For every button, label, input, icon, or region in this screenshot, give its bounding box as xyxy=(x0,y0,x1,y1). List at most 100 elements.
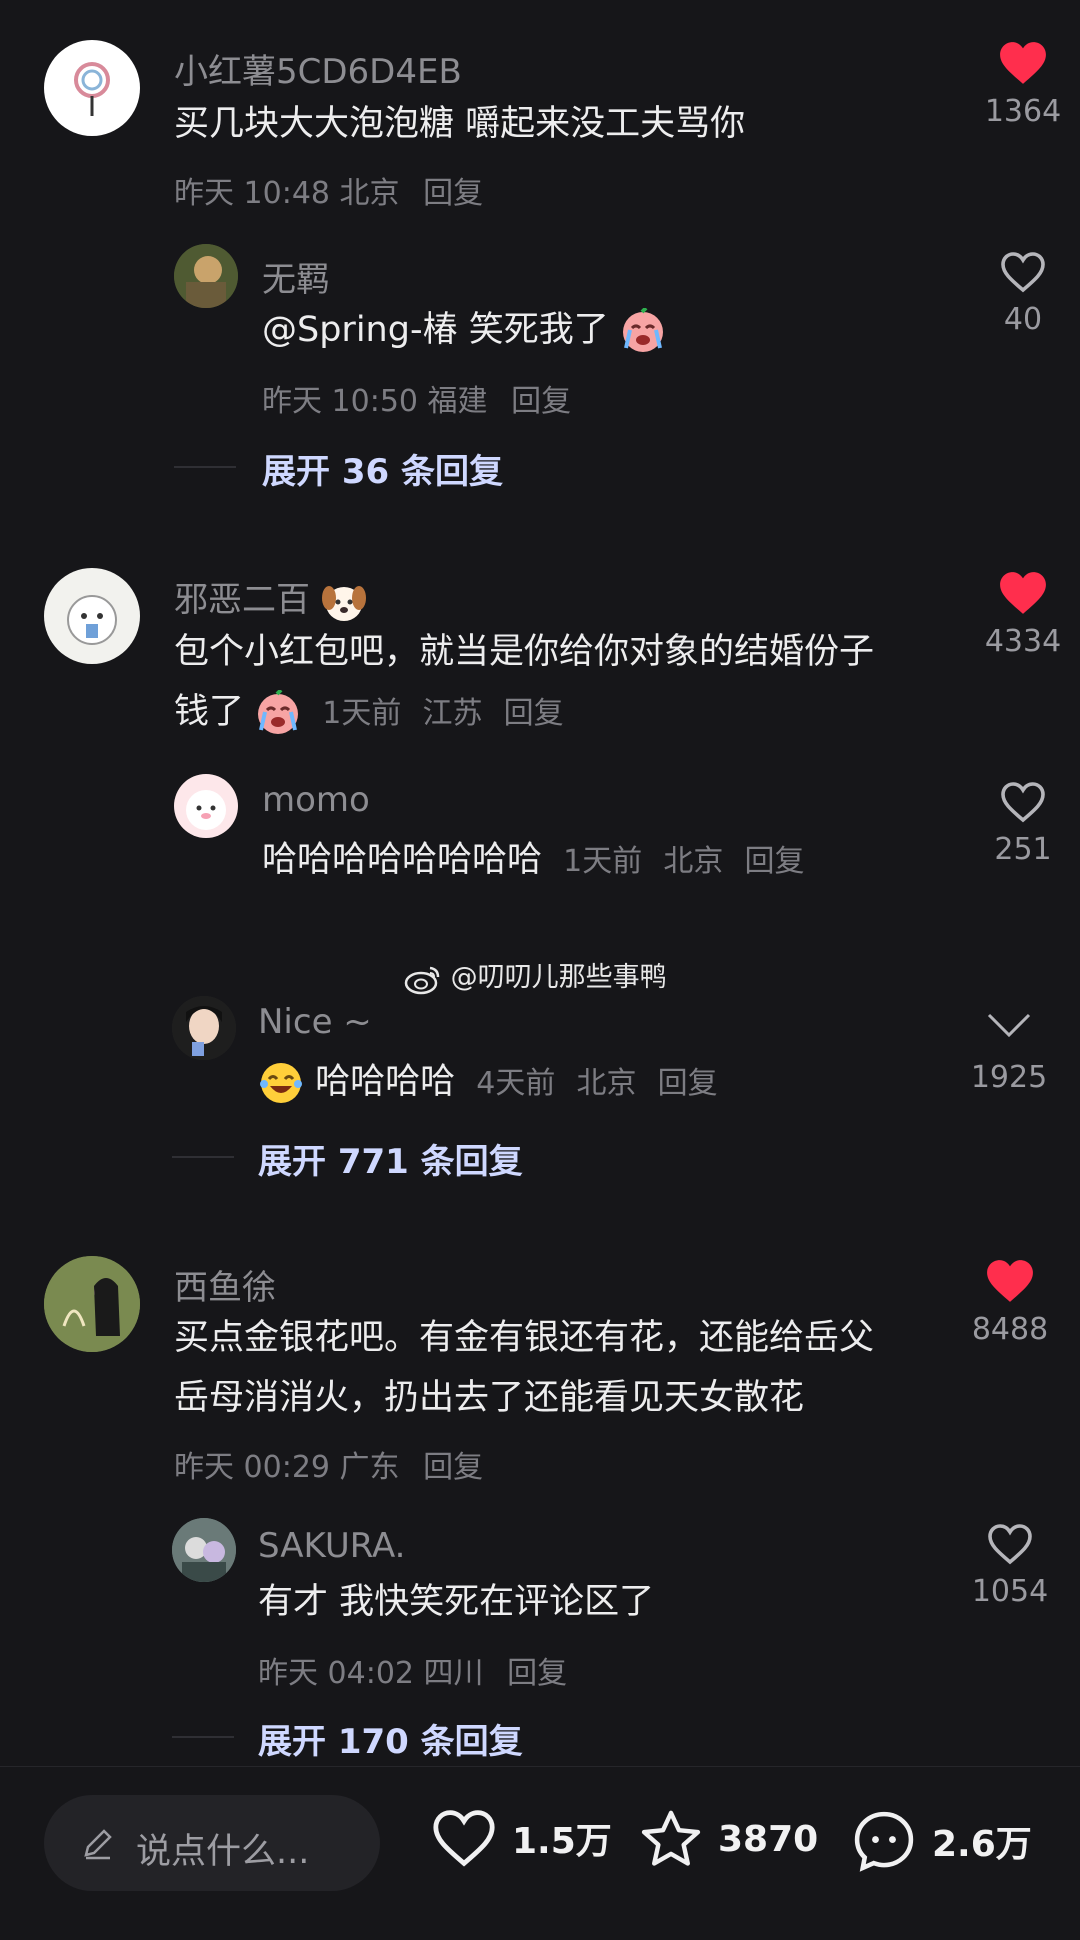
reply-button[interactable]: 回复 xyxy=(511,384,571,419)
heart-outline-icon xyxy=(433,1810,495,1867)
like-button[interactable]: 4334 xyxy=(968,570,1078,659)
star-outline-icon xyxy=(641,1810,701,1866)
reply-time: 昨天 10:50 xyxy=(262,384,418,419)
reply-button[interactable]: 回复 xyxy=(507,1656,567,1691)
comment-text-line: 买几块大大泡泡糖 嚼起来没工夫骂你 xyxy=(174,104,746,144)
reply-text: @Spring-椿 笑死我了 xyxy=(262,300,666,360)
reply-text-content: @Spring-椿 笑死我了 xyxy=(262,310,609,350)
crying-emoji-icon xyxy=(258,690,299,734)
comment-text-line: 钱了 xyxy=(174,692,245,732)
comment-post-button[interactable]: 2.6万 xyxy=(850,1807,1032,1875)
reply-text-content: 哈哈哈哈 xyxy=(315,1062,456,1102)
avatar[interactable] xyxy=(172,996,236,1060)
heart-outline-icon xyxy=(1001,782,1045,823)
heart-outline-icon xyxy=(988,1524,1032,1565)
post-like-count: 1.5万 xyxy=(512,1821,612,1862)
comment-time: 昨天 00:29 xyxy=(174,1450,330,1485)
reply-button[interactable]: 回复 xyxy=(658,1066,718,1101)
reply-button[interactable]: 回复 xyxy=(423,176,483,211)
heart-filled-icon xyxy=(1000,572,1046,614)
pencil-icon xyxy=(84,1829,112,1860)
bottom-action-bar: 说点什么... 1.5万 3870 2.6万 xyxy=(0,1766,1080,1940)
like-count: 4334 xyxy=(984,624,1062,659)
comment-username[interactable]: 小红薯5CD6D4EB xyxy=(174,44,462,93)
expand-replies-button[interactable]: 展开 771 条回复 xyxy=(258,1134,523,1183)
comment-meta: 昨天 00:29 广东 回复 xyxy=(174,1442,483,1486)
heart-filled-icon xyxy=(987,1260,1033,1302)
expand-replies-button[interactable]: 展开 36 条回复 xyxy=(262,444,503,493)
reply-location: 北京 xyxy=(576,1066,637,1101)
post-favorite-count: 3870 xyxy=(718,1818,819,1860)
reply-time: 4天前 xyxy=(476,1066,556,1101)
reply-button[interactable]: 回复 xyxy=(745,844,805,879)
avatar[interactable] xyxy=(174,774,238,838)
watermark-text: @叨叨儿那些事鸭 xyxy=(450,962,667,993)
reply-location: 福建 xyxy=(427,384,488,419)
reply-button[interactable]: 回复 xyxy=(504,696,564,731)
reply-location: 四川 xyxy=(423,1656,484,1691)
like-count: 251 xyxy=(994,832,1052,867)
reply-location: 北京 xyxy=(663,844,724,879)
like-count: 8488 xyxy=(971,1312,1049,1347)
weibo-watermark: @叨叨儿那些事鸭 xyxy=(404,955,667,995)
reply-username[interactable]: 无羁 xyxy=(262,252,330,301)
favorite-post-button[interactable]: 3870 xyxy=(638,1807,818,1871)
reply-username[interactable]: SAKURA. xyxy=(258,1526,405,1566)
crying-emoji-icon xyxy=(622,308,663,352)
chat-bubble-icon xyxy=(854,1811,914,1872)
reply-button[interactable]: 回复 xyxy=(423,1450,483,1485)
comment-text: 买点金银花吧。有金有银还有花，还能给岳父 岳母消消火，扔出去了还能看见天女散花 xyxy=(174,1308,874,1428)
dog-face-icon xyxy=(321,585,366,621)
comment-meta: 昨天 10:48 北京 回复 xyxy=(174,168,483,212)
like-count: 40 xyxy=(1003,302,1043,337)
comment-username[interactable]: 西鱼徐 xyxy=(174,1260,276,1309)
avatar[interactable] xyxy=(44,40,140,136)
comment-time: 1天前 xyxy=(322,696,402,731)
reply-time: 昨天 04:02 xyxy=(258,1656,414,1691)
comment-text-line-2: 钱了 1天前 江苏 回复 xyxy=(174,682,874,744)
reply-text-content: 有才 我快笑死在评论区了 xyxy=(258,1582,655,1622)
comment-input-placeholder: 说点什么... xyxy=(136,1832,310,1872)
like-button[interactable]: 1364 xyxy=(968,40,1078,129)
reply-username[interactable]: momo xyxy=(262,780,370,820)
heart-outline-icon xyxy=(1001,252,1045,293)
expand-divider xyxy=(172,1156,234,1158)
like-button[interactable]: 251 xyxy=(968,780,1078,867)
laughing-emoji-icon xyxy=(260,1063,302,1103)
avatar[interactable] xyxy=(44,1256,140,1352)
comment-time: 昨天 10:48 xyxy=(174,176,330,211)
comment-input[interactable]: 说点什么... xyxy=(44,1795,380,1891)
reply-username[interactable]: Nice ~ xyxy=(258,1002,372,1042)
collapse-button[interactable]: 1925 xyxy=(954,1010,1064,1095)
like-count: 1925 xyxy=(970,1060,1048,1095)
avatar[interactable] xyxy=(174,244,238,308)
heart-filled-icon xyxy=(1000,42,1046,84)
comment-location: 江苏 xyxy=(422,696,483,731)
like-button[interactable]: 1054 xyxy=(955,1522,1065,1609)
chevron-down-icon xyxy=(987,1013,1031,1038)
reply-text: 有才 我快笑死在评论区了 xyxy=(258,1572,654,1632)
comment-text: 包个小红包吧，就当是你给你对象的结婚份子 钱了 1天前 江苏 回复 xyxy=(174,622,874,744)
like-button[interactable]: 40 xyxy=(968,250,1078,337)
reply-text: 哈哈哈哈 4天前 北京 回复 xyxy=(258,1052,718,1114)
reply-time: 1天前 xyxy=(563,844,643,879)
comment-location: 北京 xyxy=(339,176,400,211)
expand-divider xyxy=(174,466,236,468)
like-button[interactable]: 8488 xyxy=(955,1258,1065,1347)
comment-text-line: 包个小红包吧，就当是你给你对象的结婚份子 xyxy=(174,632,875,672)
comment-location: 广东 xyxy=(339,1450,400,1485)
comment-text-line: 买点金银花吧。有金有银还有花，还能给岳父 xyxy=(174,1318,875,1358)
reply-meta: 昨天 10:50 福建 回复 xyxy=(262,376,571,420)
expand-replies-button[interactable]: 展开 170 条回复 xyxy=(258,1714,523,1763)
like-count: 1364 xyxy=(984,94,1062,129)
avatar[interactable] xyxy=(172,1518,236,1582)
reply-text: 哈哈哈哈哈哈哈哈 1天前 北京 回复 xyxy=(262,830,805,892)
comment-text-line: 岳母消消火，扔出去了还能看见天女散花 xyxy=(174,1378,805,1418)
comment-username[interactable]: 邪恶二百 xyxy=(174,572,367,624)
post-comment-count: 2.6万 xyxy=(932,1824,1032,1865)
expand-divider xyxy=(172,1736,234,1738)
reply-text-content: 哈哈哈哈哈哈哈哈 xyxy=(262,840,543,880)
like-post-button[interactable]: 1.5万 xyxy=(430,1807,612,1869)
comment-text: 买几块大大泡泡糖 嚼起来没工夫骂你 xyxy=(174,94,745,154)
avatar[interactable] xyxy=(44,568,140,664)
